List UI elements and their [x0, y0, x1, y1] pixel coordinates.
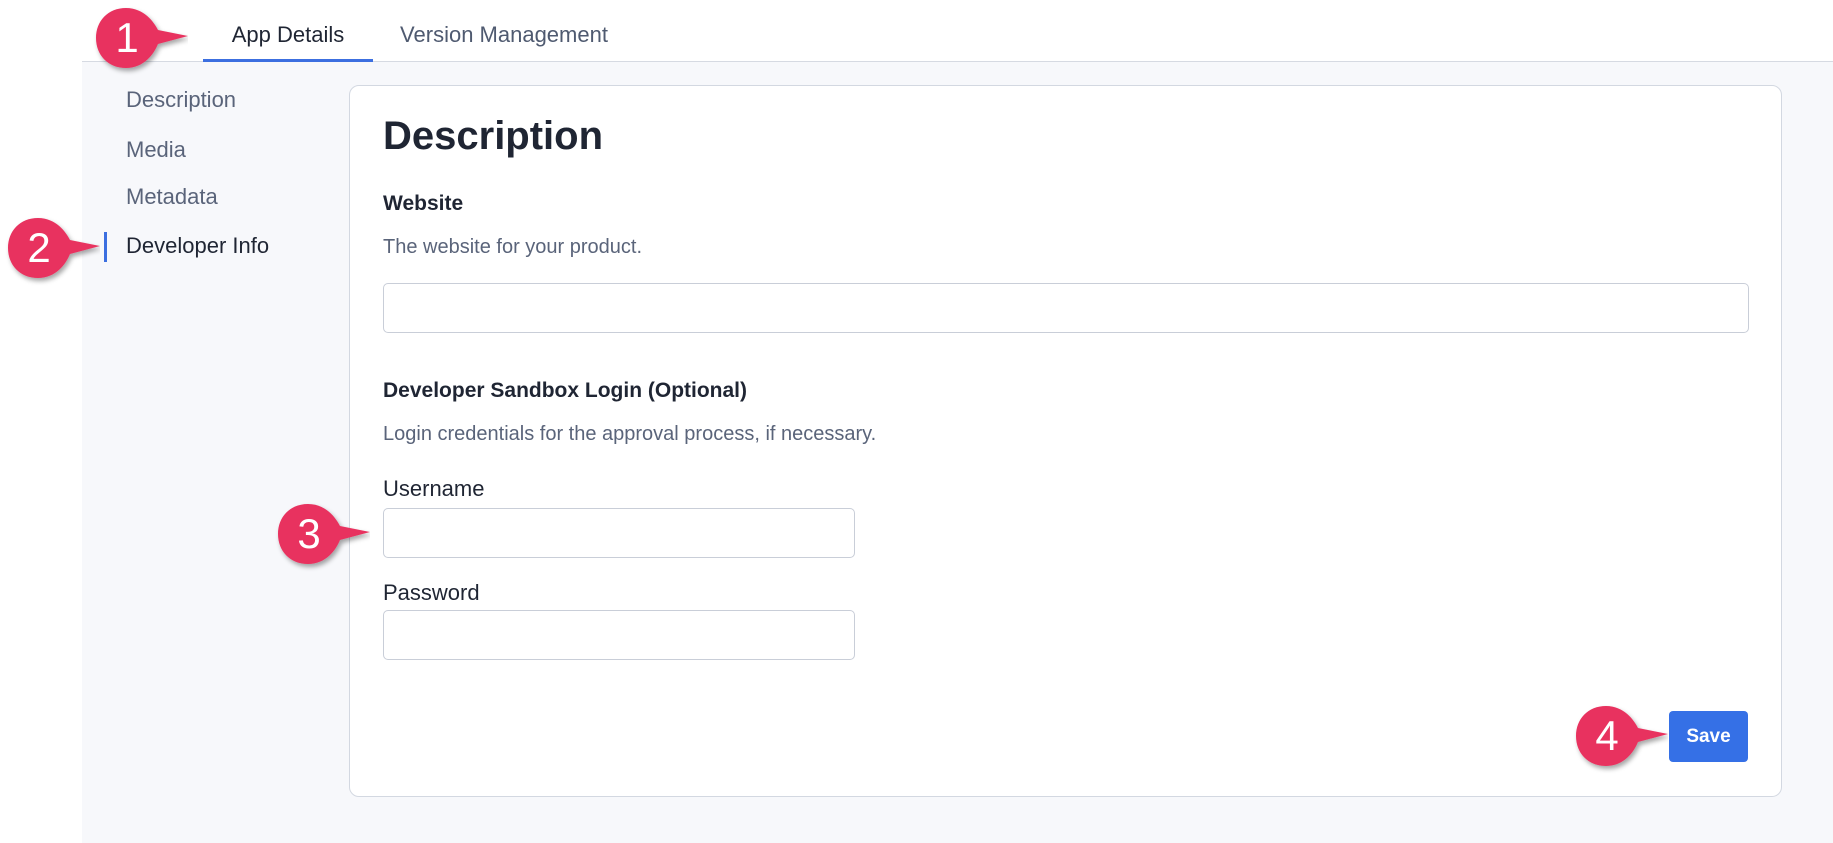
callout-3-number: 3: [297, 510, 320, 557]
sidebar-active-indicator: [104, 232, 107, 262]
website-section-label: Website: [383, 192, 464, 215]
sidebar-item-metadata[interactable]: Metadata: [126, 184, 218, 210]
password-input[interactable]: [383, 610, 855, 660]
username-input[interactable]: [383, 508, 855, 558]
sandbox-help-text: Login credentials for the approval proce…: [383, 423, 877, 445]
sidebar-item-developer-info[interactable]: Developer Info: [126, 233, 269, 259]
callout-marker-1: 1: [88, 0, 188, 80]
password-label: Password: [383, 580, 480, 605]
sidebar-item-description[interactable]: Description: [126, 87, 236, 113]
callout-1-number: 1: [115, 14, 138, 61]
callout-3-icon: 3: [278, 504, 370, 564]
website-help-text: The website for your product.: [383, 236, 643, 258]
callout-4-icon: 4: [1576, 706, 1668, 766]
callout-1-icon: 1: [96, 8, 188, 68]
tab-bar: App Details Version Management: [82, 0, 1833, 62]
sandbox-section-label: Developer Sandbox Login (Optional): [383, 379, 748, 402]
username-label: Username: [383, 476, 485, 501]
page-title: Description: [383, 114, 604, 158]
website-input[interactable]: [383, 283, 1749, 333]
save-button[interactable]: Save: [1669, 711, 1748, 762]
tab-version-management[interactable]: Version Management: [389, 0, 619, 62]
sidebar-item-media[interactable]: Media: [126, 137, 186, 163]
callout-marker-3: 3: [270, 496, 370, 576]
callout-4-number: 4: [1595, 712, 1618, 759]
callout-marker-2: 2: [0, 210, 100, 290]
tab-app-details[interactable]: App Details: [203, 0, 373, 62]
callout-2-icon: 2: [8, 218, 100, 278]
callout-marker-4: 4: [1568, 698, 1668, 778]
callout-2-number: 2: [27, 224, 50, 271]
